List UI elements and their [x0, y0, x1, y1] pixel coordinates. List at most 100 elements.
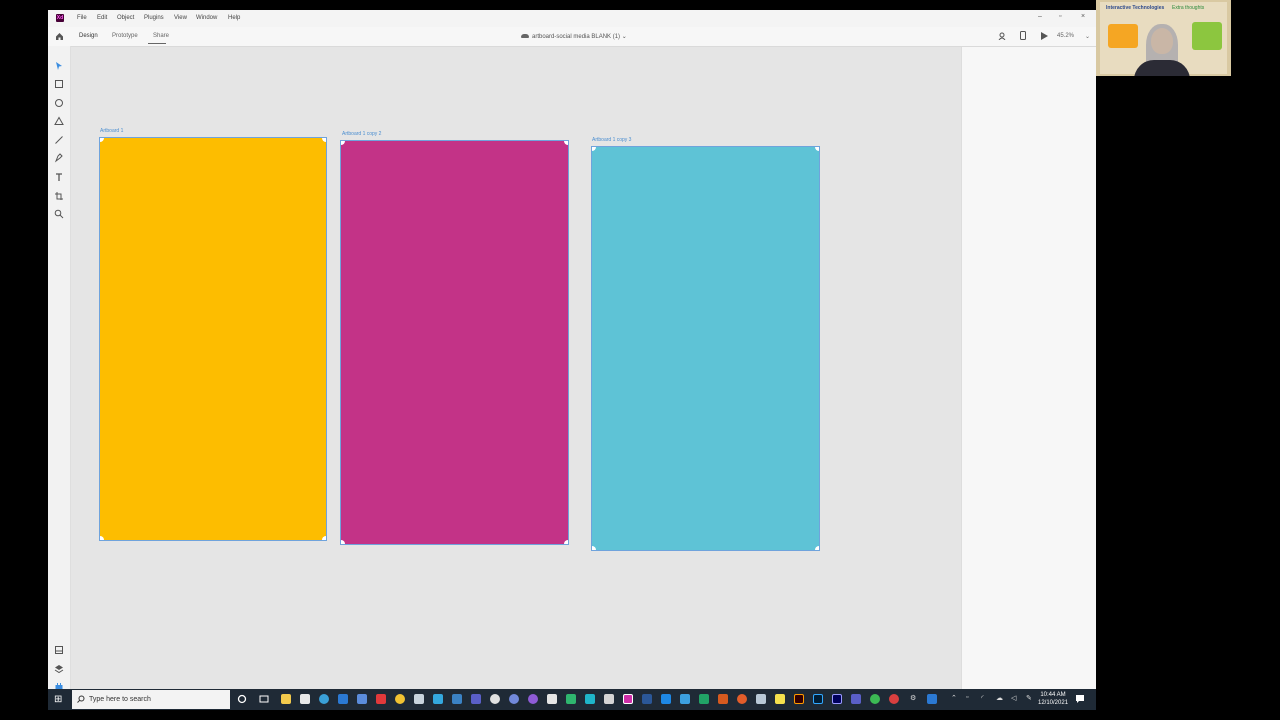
edge-icon[interactable] [319, 694, 329, 704]
acrobat-icon[interactable] [376, 694, 386, 704]
select-tool-icon[interactable] [54, 61, 64, 71]
powerpoint-icon[interactable] [718, 694, 728, 704]
app-icon[interactable] [889, 694, 899, 704]
webcam-overlay: Interactive Technologies Extra thoughts [1096, 0, 1231, 76]
ellipse-tool-icon[interactable] [54, 98, 64, 108]
app-icon[interactable] [870, 694, 880, 704]
maximize-button[interactable]: ▫ [1059, 13, 1061, 20]
line-tool-icon[interactable] [54, 135, 64, 145]
cloud-icon [521, 34, 529, 39]
home-icon[interactable] [55, 32, 64, 41]
tool-rail [48, 46, 71, 710]
app-icon[interactable] [566, 694, 576, 704]
pen-tool-icon[interactable] [54, 153, 64, 163]
app-icon[interactable] [756, 694, 766, 704]
chrome-icon[interactable] [395, 694, 405, 704]
discord-icon[interactable] [509, 694, 519, 704]
photoshop-icon[interactable] [813, 694, 823, 704]
slide-title: Interactive Technologies [1106, 5, 1165, 11]
taskbar-clock[interactable]: 10:44 AM 12/10/2021 [1038, 691, 1068, 707]
search-placeholder: Type here to search [89, 696, 151, 703]
app-icon[interactable] [414, 694, 424, 704]
menu-plugins[interactable]: Plugins [144, 15, 164, 21]
menu-help[interactable]: Help [228, 15, 240, 21]
top-toolbar: Design Prototype Share artboard-social m… [48, 27, 1096, 47]
artboard-label-2[interactable]: Artboard 1 copy 2 [342, 131, 381, 137]
app-icon[interactable] [300, 694, 310, 704]
app-icon[interactable] [433, 694, 443, 704]
app-icon[interactable] [775, 694, 785, 704]
settings-icon[interactable]: ⚙ [910, 694, 916, 702]
app-icon[interactable] [547, 694, 557, 704]
app-icon[interactable] [357, 694, 367, 704]
artboard-tool-icon[interactable] [54, 191, 64, 201]
app-icon[interactable] [490, 694, 500, 704]
play-icon[interactable] [1041, 32, 1048, 40]
design-canvas[interactable]: Artboard 1 Artboard 1 copy 2 Artboard 1 … [71, 47, 961, 710]
text-tool-icon[interactable] [54, 172, 64, 182]
artboard-corner [815, 546, 819, 550]
taskbar-search-input[interactable]: Type here to search [72, 690, 230, 709]
zoom-tool-icon[interactable] [54, 209, 64, 219]
app-icon[interactable] [452, 694, 462, 704]
app-icon[interactable] [604, 694, 614, 704]
mail-icon[interactable] [338, 694, 348, 704]
menu-window[interactable]: Window [196, 15, 217, 21]
assets-icon[interactable] [54, 645, 64, 655]
adobe-xd-window: Xd File Edit Object Plugins View Window … [48, 10, 1096, 710]
rectangle-tool-icon[interactable] [54, 79, 64, 89]
minimize-button[interactable]: – [1038, 13, 1042, 20]
firefox-icon[interactable] [737, 694, 747, 704]
artboard-3[interactable] [591, 146, 820, 551]
pen-tray-icon[interactable]: ✎ [1026, 694, 1032, 702]
artboard-1[interactable] [99, 137, 327, 541]
app-icon[interactable] [851, 694, 861, 704]
illustrator-icon[interactable] [794, 694, 804, 704]
volume-icon[interactable]: ◁ [1011, 694, 1016, 702]
layers-icon[interactable] [54, 664, 64, 674]
zoom-level[interactable]: 45.2% [1057, 33, 1074, 39]
app-icon[interactable] [528, 694, 538, 704]
artboard-1-fill [100, 138, 326, 540]
menu-view[interactable]: View [174, 15, 187, 21]
slide-graphic [1108, 24, 1138, 48]
menu-bar: Xd File Edit Object Plugins View Window … [48, 10, 1096, 27]
premiere-icon[interactable] [832, 694, 842, 704]
windows-start-icon[interactable]: ⊞ [54, 694, 65, 705]
tab-prototype[interactable]: Prototype [112, 33, 138, 39]
polygon-tool-icon[interactable] [54, 116, 64, 126]
tab-share[interactable]: Share [153, 33, 169, 39]
artboard-label-1[interactable]: Artboard 1 [100, 128, 123, 134]
cortana-icon[interactable] [237, 694, 247, 704]
notification-icon[interactable] [1075, 694, 1085, 704]
app-icon[interactable] [642, 694, 652, 704]
presenter-face [1151, 28, 1173, 54]
file-explorer-icon[interactable] [281, 694, 291, 704]
close-button[interactable]: × [1081, 13, 1085, 20]
artboard-corner [322, 536, 326, 540]
app-icon[interactable] [585, 694, 595, 704]
task-view-icon[interactable] [259, 694, 269, 704]
xd-app-icon[interactable]: Xd [56, 14, 64, 22]
menu-file[interactable]: File [77, 15, 87, 21]
user-icon[interactable] [998, 32, 1006, 40]
app-icon[interactable] [927, 694, 937, 704]
menu-edit[interactable]: Edit [97, 15, 107, 21]
adobe-xd-taskbar-icon[interactable] [623, 694, 633, 704]
cloud-tray-icon[interactable]: ☁ [996, 694, 1003, 702]
excel-icon[interactable] [699, 694, 709, 704]
zoom-chevron-icon[interactable]: ⌄ [1085, 33, 1090, 40]
app-icon[interactable] [680, 694, 690, 704]
artboard-2[interactable] [340, 140, 569, 545]
document-title[interactable]: artboard-social media BLANK (1) ⌄ [521, 33, 627, 40]
tray-icon[interactable]: ▫ [966, 694, 968, 701]
slide-graphic [1192, 22, 1222, 50]
network-icon[interactable]: ◜ [981, 694, 984, 702]
artboard-label-3[interactable]: Artboard 1 copy 3 [592, 137, 631, 143]
device-preview-icon[interactable] [1020, 31, 1026, 40]
tray-chevron-icon[interactable]: ⌃ [951, 694, 957, 702]
menu-object[interactable]: Object [117, 15, 134, 21]
tab-design[interactable]: Design [79, 33, 98, 39]
word-icon[interactable] [661, 694, 671, 704]
teams-icon[interactable] [471, 694, 481, 704]
